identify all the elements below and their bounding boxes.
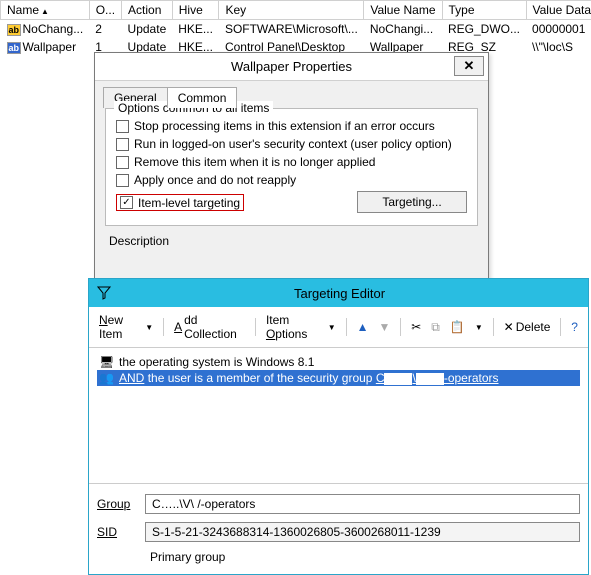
options-groupbox: Options common to all items Stop process…	[105, 108, 478, 226]
group-input[interactable]: C…..\V\ /-operators	[145, 494, 580, 514]
copy-button[interactable]: ⧉	[427, 318, 444, 337]
checkbox-item-level-targeting[interactable]	[120, 196, 133, 209]
toolbar-separator	[560, 318, 561, 336]
chevron-down-icon: ▼	[328, 323, 336, 332]
checkbox-apply-once[interactable]	[116, 174, 129, 187]
wallpaper-properties-dialog: Wallpaper Properties ✕ General Common Op…	[94, 52, 489, 282]
editor-toolbar: New Item▼ Add Collection Item Options▼ ▲…	[89, 307, 588, 348]
close-icon: ✕	[464, 58, 475, 73]
primary-group-label: Primary group	[150, 550, 225, 564]
toolbar-separator	[346, 318, 347, 336]
checkbox-run-user-context[interactable]	[116, 138, 129, 151]
rule-text: the operating system is Windows 8.1	[119, 355, 314, 369]
editor-title: Targeting Editor	[119, 286, 588, 301]
dialog-title-bar[interactable]: Wallpaper Properties ✕	[95, 53, 488, 81]
dialog-title: Wallpaper Properties	[231, 59, 352, 74]
close-button[interactable]: ✕	[454, 56, 484, 76]
paste-dropdown[interactable]: ▼	[471, 321, 487, 334]
toolbar-separator	[163, 318, 164, 336]
col-hive[interactable]: Hive	[172, 1, 219, 20]
delete-button[interactable]: ✕ Delete	[500, 318, 555, 336]
rule-os[interactable]: 🖥 the operating system is Windows 8.1	[97, 354, 580, 370]
computer-icon: 🖥	[99, 355, 115, 369]
item-options-button[interactable]: Item Options▼	[262, 311, 340, 343]
col-value-name[interactable]: Value Name	[364, 1, 442, 20]
add-collection-button[interactable]: Add Collection	[170, 311, 249, 343]
delete-icon: ✕	[504, 320, 514, 334]
filter-icon	[95, 284, 113, 302]
description-label: Description	[109, 234, 474, 248]
chevron-down-icon: ▼	[475, 323, 483, 332]
toolbar-separator	[255, 318, 256, 336]
col-type[interactable]: Type	[442, 1, 526, 20]
cut-button[interactable]: ✂	[407, 318, 425, 336]
sid-label: SID	[97, 525, 145, 539]
toolbar-separator	[493, 318, 494, 336]
move-down-button[interactable]: ▼	[374, 318, 394, 336]
col-key[interactable]: Key	[219, 1, 364, 20]
help-button[interactable]: ?	[567, 318, 582, 336]
checkbox-label: Apply once and do not reapply	[134, 173, 296, 187]
registry-string-icon: ab	[7, 42, 21, 54]
rules-list: 🖥 the operating system is Windows 8.1 👥 …	[89, 348, 588, 483]
item-level-targeting-highlight: Item-level targeting	[116, 194, 244, 211]
tab-common[interactable]: Common	[167, 87, 238, 108]
rule-security-group[interactable]: 👥 AND the user is a member of the securi…	[97, 370, 580, 386]
col-name[interactable]: Name▲	[1, 1, 90, 20]
group-label: Group	[97, 497, 145, 511]
toolbar-separator	[400, 318, 401, 336]
rule-fields: Group C…..\V\ /-operators SID S-1-5-21-3…	[89, 483, 588, 574]
editor-title-bar[interactable]: Targeting Editor	[89, 279, 588, 307]
new-item-button[interactable]: New Item▼	[95, 311, 157, 343]
checkbox-label: Remove this item when it is no longer ap…	[134, 155, 375, 169]
col-value-data[interactable]: Value Data	[526, 1, 591, 20]
checkbox-remove-item[interactable]	[116, 156, 129, 169]
col-order[interactable]: O...	[89, 1, 121, 20]
registry-table: Name▲ O... Action Hive Key Value Name Ty…	[0, 0, 591, 56]
rule-text: AND the user is a member of the security…	[119, 371, 499, 385]
table-row[interactable]: abNoChang... 2 Update HKE... SOFTWARE\Mi…	[1, 20, 591, 39]
registry-dword-icon: ab	[7, 24, 21, 36]
checkbox-label: Item-level targeting	[138, 196, 240, 210]
checkbox-label: Stop processing items in this extension …	[134, 119, 435, 133]
checkbox-label: Run in logged-on user's security context…	[134, 137, 452, 151]
targeting-button[interactable]: Targeting...	[357, 191, 467, 213]
move-up-button[interactable]: ▲	[353, 318, 373, 336]
group-icon: 👥	[99, 371, 115, 385]
targeting-editor-window: Targeting Editor New Item▼ Add Collectio…	[88, 278, 589, 575]
sid-input: S-1-5-21-3243688314-1360026805-360026801…	[145, 522, 580, 542]
checkbox-stop-processing[interactable]	[116, 120, 129, 133]
chevron-down-icon: ▼	[145, 323, 153, 332]
sort-asc-icon: ▲	[41, 7, 49, 16]
paste-button[interactable]: 📋	[446, 318, 469, 336]
col-action[interactable]: Action	[122, 1, 173, 20]
